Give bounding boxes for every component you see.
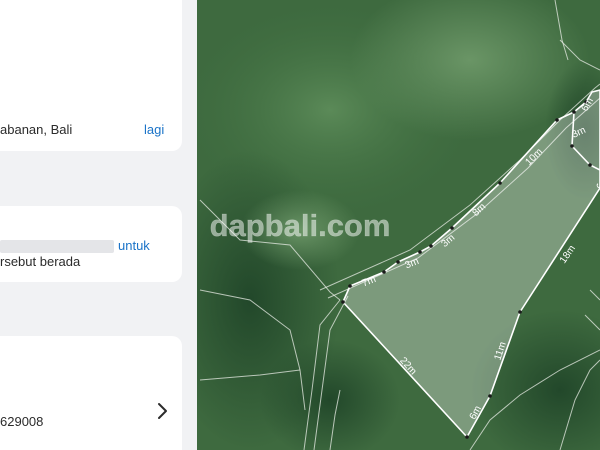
- info-line-2: rsebut berada: [0, 254, 81, 269]
- contact-card[interactable]: [0, 336, 182, 450]
- watermark-text: dapbali.com: [210, 208, 391, 243]
- more-link[interactable]: lagi: [144, 122, 164, 137]
- phone-number: 629008: [0, 414, 44, 429]
- info-link[interactable]: untuk: [118, 238, 150, 253]
- listing-details-panel: abanan, Bali lagi untuk rsebut berada 62…: [0, 0, 197, 450]
- redacted-text: [0, 240, 114, 254]
- satellite-map[interactable]: 7m 3m 3m 8m 10m 3m 6m 5 18m 11m 6m 22m d…: [197, 0, 600, 450]
- location-text: abanan, Bali: [0, 122, 73, 137]
- chevron-right-icon[interactable]: [154, 401, 170, 421]
- info-line-1: untuk: [0, 238, 150, 254]
- map-canvas: 7m 3m 3m 8m 10m 3m 6m 5 18m 11m 6m 22m d…: [197, 0, 600, 450]
